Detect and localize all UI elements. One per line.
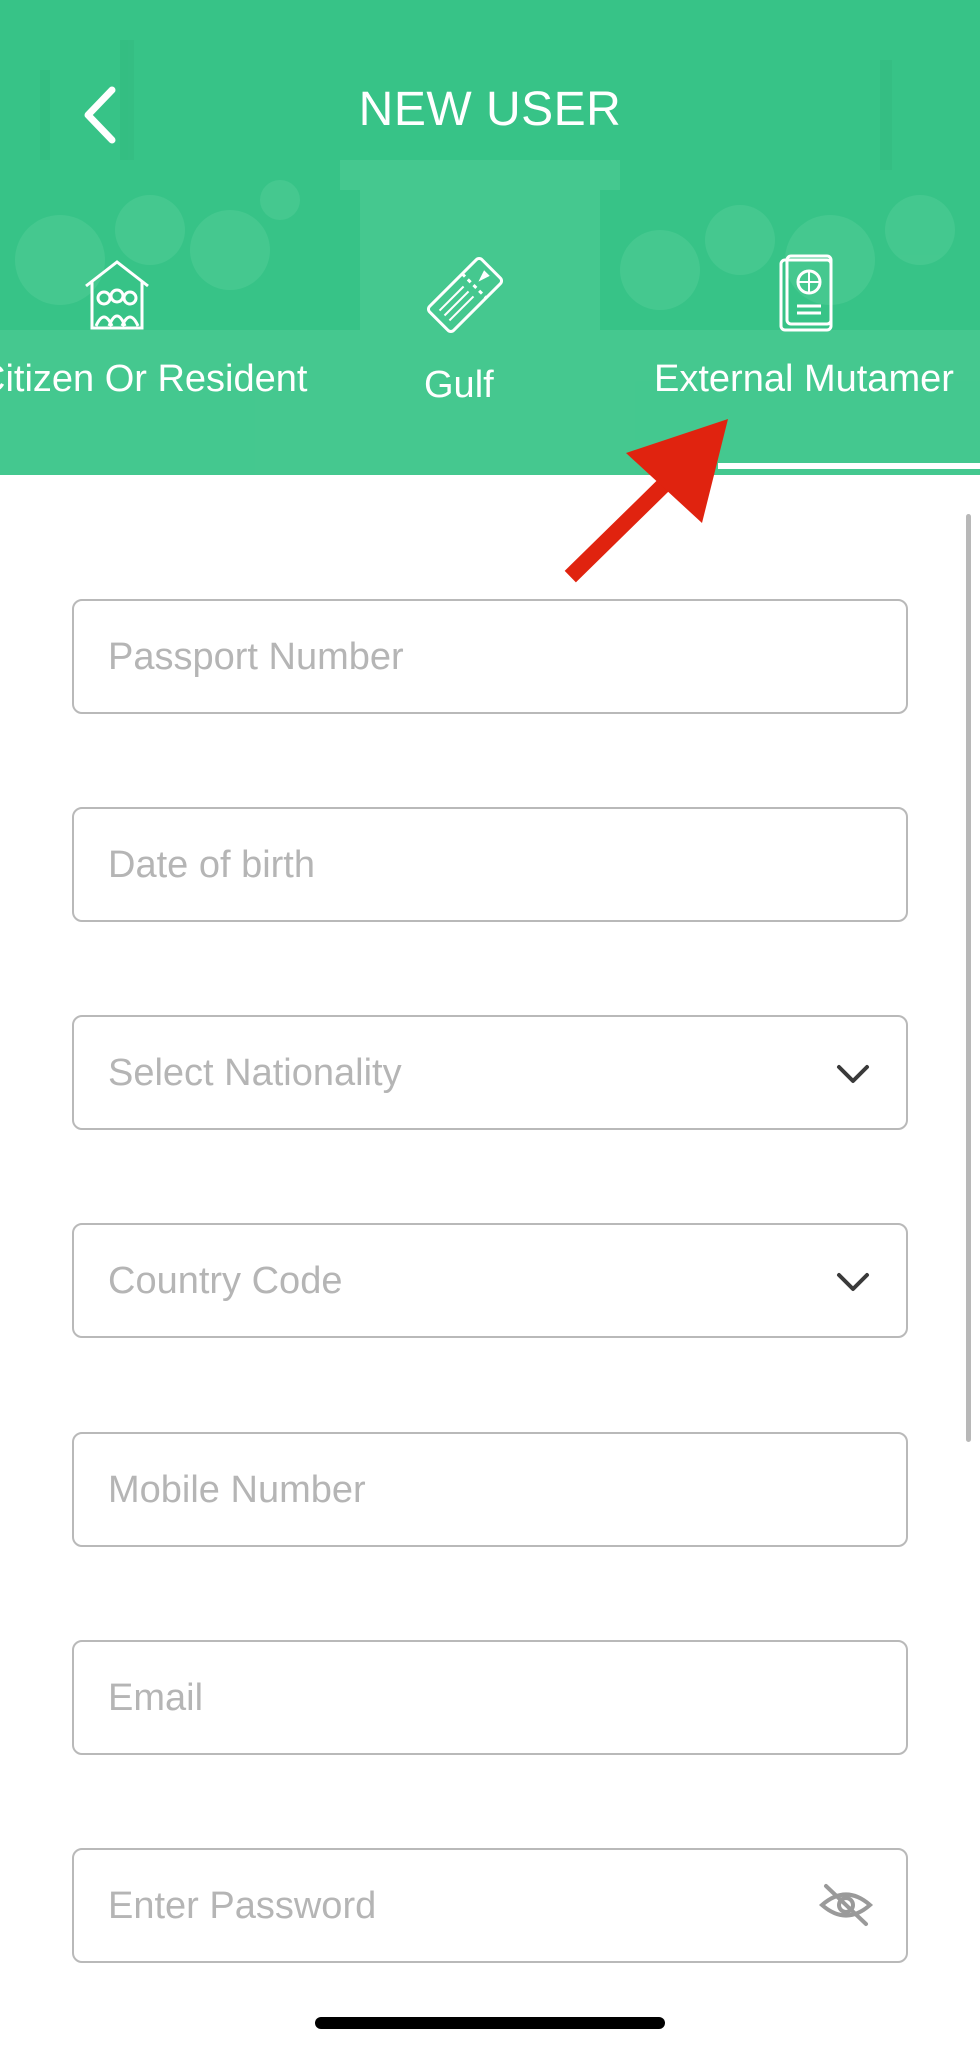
mobile-number-field[interactable] bbox=[72, 1432, 908, 1547]
page-title: NEW USER bbox=[358, 83, 622, 136]
eye-slash-icon[interactable] bbox=[818, 1880, 874, 1930]
email-input[interactable] bbox=[106, 1642, 810, 1755]
user-type-tabs: Citizen Or Resident Gulf External Mutame… bbox=[0, 240, 980, 475]
nationality-select[interactable] bbox=[72, 1015, 908, 1130]
home-indicator bbox=[315, 2017, 665, 2029]
tab-label: Gulf bbox=[424, 364, 494, 406]
scrollbar[interactable] bbox=[966, 514, 971, 1442]
chevron-down-icon[interactable] bbox=[830, 1259, 876, 1305]
password-field[interactable] bbox=[72, 1848, 908, 1963]
mobile-number-input[interactable] bbox=[106, 1434, 810, 1547]
ticket-icon bbox=[426, 256, 504, 334]
passport-icon bbox=[779, 254, 833, 332]
header: NEW USER Citizen Or Resident Gulf Extern… bbox=[0, 0, 980, 475]
tab-label: External Mutamer bbox=[654, 358, 954, 400]
selected-tab-indicator bbox=[718, 463, 980, 469]
country-code-select[interactable] bbox=[72, 1223, 908, 1338]
country-code-input[interactable] bbox=[106, 1225, 810, 1338]
date-of-birth-field[interactable] bbox=[72, 807, 908, 922]
family-house-icon bbox=[85, 260, 149, 330]
date-of-birth-input[interactable] bbox=[106, 809, 810, 922]
password-input[interactable] bbox=[106, 1850, 810, 1963]
nationality-input[interactable] bbox=[106, 1017, 810, 1130]
passport-number-field[interactable] bbox=[72, 599, 908, 714]
tab-label: Citizen Or Resident bbox=[0, 358, 308, 400]
email-field[interactable] bbox=[72, 1640, 908, 1755]
annotation-arrow-icon bbox=[564, 419, 728, 583]
tab-gulf[interactable]: Gulf bbox=[380, 240, 540, 475]
tab-citizen-or-resident[interactable]: Citizen Or Resident bbox=[0, 240, 307, 475]
chevron-down-icon[interactable] bbox=[830, 1051, 876, 1097]
passport-number-input[interactable] bbox=[106, 601, 810, 714]
